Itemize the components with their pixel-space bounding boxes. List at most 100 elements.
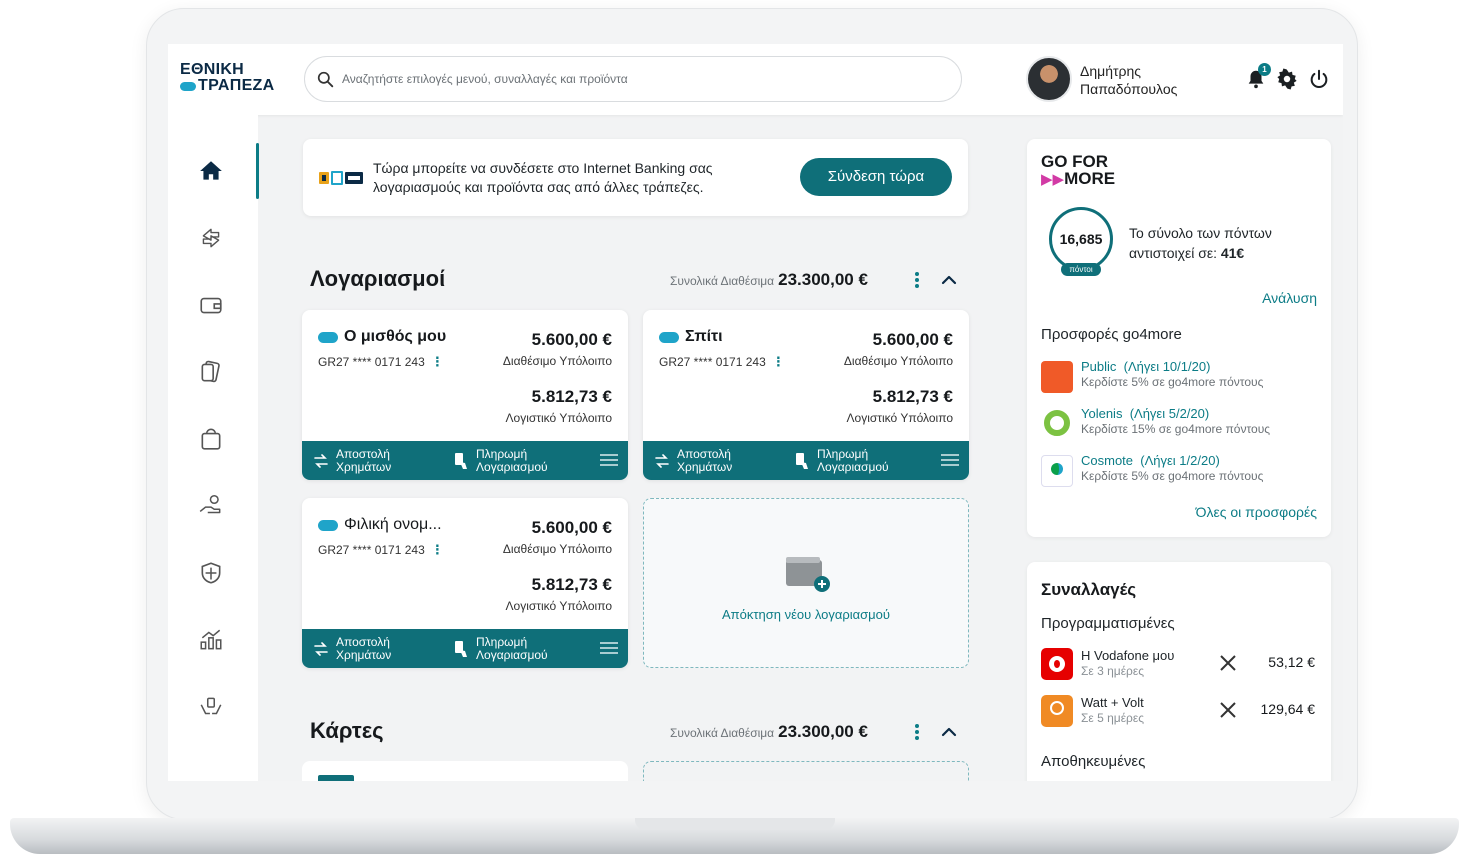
- chevron-up-icon[interactable]: [941, 272, 957, 288]
- accounts-total-label: Συνολικά Διαθέσιμα: [670, 274, 775, 288]
- go4more-panel: GO FOR ▶▶MORE 16,685 πόντοι Το σύνολο τω…: [1027, 139, 1331, 537]
- offers-title: Προσφορές go4more: [1041, 326, 1182, 343]
- close-icon[interactable]: [1219, 654, 1237, 672]
- bill-pay-icon: [796, 452, 808, 469]
- transactions-panel: Συναλλαγές Προγραμματισμένες Η Vodafone …: [1027, 562, 1331, 781]
- analysis-link[interactable]: Ανάλυση: [1262, 290, 1317, 306]
- notification-badge: 1: [1258, 63, 1271, 76]
- wallet-add-icon: [786, 557, 830, 592]
- offer-item[interactable]: Public (Λήγει 10/1/20) Κερδίστε 5% σε go…: [1041, 359, 1321, 395]
- app-screen: ΕΘΝΙΚΗ ΤΡΑΠΕΖΑ Αναζητήστε επιλογές μενού…: [168, 44, 1343, 781]
- search-placeholder: Αναζητήστε επιλογές μενού, συναλλαγές κα…: [342, 72, 628, 86]
- top-header: ΕΘΝΙΚΗ ΤΡΑΠΕΖΑ Αναζητήστε επιλογές μενού…: [168, 44, 1343, 115]
- account-actions-bar: Αποστολή Χρημάτων Πληρωμή Λογαριασμού: [302, 441, 628, 480]
- cards-icon[interactable]: [198, 359, 224, 385]
- ledger-label: Λογιστικό Υπόλοιπο: [846, 411, 953, 425]
- account-iban: GR27 **** 0171 243: [318, 543, 425, 557]
- chevron-up-icon[interactable]: [941, 724, 957, 740]
- user-last-name: Παπαδόπουλος: [1080, 81, 1178, 97]
- pay-bill-button[interactable]: Πληρωμή Λογαριασμού: [454, 447, 566, 474]
- iban-more-icon[interactable]: ⋮: [772, 354, 785, 370]
- points-text-prefix: Το σύνολο των πόντων αντιστοιχεί σε:: [1129, 225, 1272, 261]
- transfer-arrows-icon: [655, 453, 669, 468]
- home-icon[interactable]: [198, 158, 224, 184]
- offer-name: Cosmote: [1081, 453, 1134, 468]
- scheduled-title: Προγραμματισμένες: [1041, 615, 1175, 632]
- connect-banks-banner: Τώρα μπορείτε να συνδέσετε στο Internet …: [303, 139, 968, 216]
- power-icon[interactable]: [1308, 68, 1330, 90]
- user-name[interactable]: Δημήτρης Παπαδόπουλος: [1080, 62, 1177, 98]
- watt-volt-logo-icon: [1041, 695, 1073, 727]
- accounts-total: Συνολικά Διαθέσιμα 23.300,00 €: [670, 270, 868, 290]
- public-logo-icon: [1041, 361, 1073, 393]
- cards-total: Συνολικά Διαθέσιμα 23.300,00 €: [670, 722, 868, 742]
- send-money-label: Αποστολή Χρημάτων: [677, 446, 733, 474]
- pay-bill-button[interactable]: Πληρωμή Λογαριασμού: [454, 635, 566, 662]
- iban-more-icon[interactable]: ⋮: [431, 542, 444, 558]
- send-money-label: Αποστολή Χρημάτων: [336, 634, 392, 662]
- send-money-label: Αποστολή Χρημάτων: [336, 446, 392, 474]
- ledger-label: Λογιστικό Υπόλοιπο: [505, 599, 612, 613]
- card-item[interactable]: [302, 761, 628, 781]
- send-money-button[interactable]: Αποστολή Χρημάτων: [655, 446, 749, 474]
- search-icon: [317, 71, 334, 87]
- iban-more-icon[interactable]: ⋮: [431, 354, 444, 370]
- ledger-amount: 5.812,73 €: [872, 387, 953, 406]
- ledger-amount: 5.812,73 €: [531, 575, 612, 594]
- kebab-menu-icon[interactable]: [914, 271, 920, 289]
- sidebar-active-indicator: [256, 143, 259, 199]
- pay-bill-button[interactable]: Πληρωμή Λογαριασμού: [795, 447, 907, 474]
- laptop-notch: [635, 818, 835, 830]
- go4more-arrows-icon: ▶▶: [1041, 171, 1065, 188]
- available-label: Διαθέσιμο Υπόλοιπο: [502, 542, 612, 556]
- account-actions-bar: Αποστολή Χρημάτων Πληρωμή Λογαριασμού: [302, 629, 628, 668]
- bill-pay-icon: [455, 640, 467, 657]
- shield-icon[interactable]: [198, 560, 224, 586]
- available-label: Διαθέσιμο Υπόλοιπο: [502, 354, 612, 368]
- points-description: Το σύνολο των πόντων αντιστοιχεί σε: 41€: [1129, 223, 1319, 263]
- offer-item[interactable]: Cosmote (Λήγει 1/2/20) Κερδίστε 5% σε go…: [1041, 453, 1321, 489]
- close-icon[interactable]: [1219, 701, 1237, 719]
- connect-now-button[interactable]: Σύνδεση τώρα: [800, 158, 952, 196]
- bank-logo[interactable]: ΕΘΝΙΚΗ ΤΡΑΠΕΖΑ: [180, 62, 274, 94]
- account-pill-icon: [659, 331, 679, 343]
- scheduled-transaction[interactable]: Η Vodafone μου Σε 3 ημέρες 53,12 €: [1041, 645, 1315, 683]
- scheduled-transaction[interactable]: Watt + Volt Σε 5 ημέρες 129,64 €: [1041, 692, 1315, 730]
- send-money-button[interactable]: Αποστολή Χρημάτων: [314, 634, 408, 662]
- cards-total-label: Συνολικά Διαθέσιμα: [670, 726, 775, 740]
- search-input[interactable]: Αναζητήστε επιλογές μενού, συναλλαγές κα…: [304, 56, 962, 102]
- account-card[interactable]: Φιλική ονομ... GR27 **** 0171 243 ⋮ 5.600…: [302, 498, 628, 668]
- gear-icon[interactable]: [1276, 68, 1298, 90]
- avatar[interactable]: [1026, 56, 1072, 102]
- hamburger-menu-icon[interactable]: [600, 640, 618, 656]
- offer-item[interactable]: Yolenis (Λήγει 5/2/20) Κερδίστε 15% σε g…: [1041, 406, 1321, 442]
- accounts-title: Λογαριασμοί: [310, 266, 446, 291]
- account-card[interactable]: Σπίτι GR27 **** 0171 243 ⋮ 5.600,00 € Δια…: [643, 310, 969, 480]
- transaction-name: Watt + Volt: [1081, 695, 1144, 710]
- offer-expiry: (Λήγει 5/2/20): [1129, 406, 1210, 421]
- points-ring: 16,685: [1049, 207, 1113, 271]
- available-label: Διαθέσιμο Υπόλοιπο: [843, 354, 953, 368]
- account-pill-icon: [318, 519, 338, 531]
- account-card[interactable]: Ο μισθός μου GR27 **** 0171 243 ⋮ 5.600,0…: [302, 310, 628, 480]
- shopping-bag-icon[interactable]: [198, 426, 224, 452]
- insurance-hands-icon[interactable]: [198, 694, 224, 720]
- transfer-icon[interactable]: [198, 225, 224, 251]
- loan-hand-icon[interactable]: [198, 493, 224, 519]
- points-money-value: 41€: [1220, 245, 1245, 261]
- investments-icon[interactable]: [198, 627, 224, 653]
- kebab-menu-icon[interactable]: [914, 723, 920, 741]
- new-card-placeholder[interactable]: [643, 761, 969, 781]
- new-account-card[interactable]: Απόκτηση νέου λογαριασμού: [643, 498, 969, 668]
- hamburger-menu-icon[interactable]: [941, 452, 959, 468]
- all-offers-link[interactable]: Όλες οι προσφορές: [1196, 504, 1317, 520]
- new-account-label: Απόκτηση νέου λογαριασμού: [721, 607, 891, 622]
- account-actions-bar: Αποστολή Χρημάτων Πληρωμή Λογαριασμού: [643, 441, 969, 480]
- send-money-button[interactable]: Αποστολή Χρημάτων: [314, 446, 408, 474]
- account-pill-icon: [318, 331, 338, 343]
- card-thumbnail: [318, 775, 354, 781]
- hamburger-menu-icon[interactable]: [600, 452, 618, 468]
- wallet-icon[interactable]: [198, 292, 224, 318]
- available-amount: 5.600,00 €: [531, 330, 612, 349]
- transaction-when: Σε 3 ημέρες: [1081, 664, 1145, 678]
